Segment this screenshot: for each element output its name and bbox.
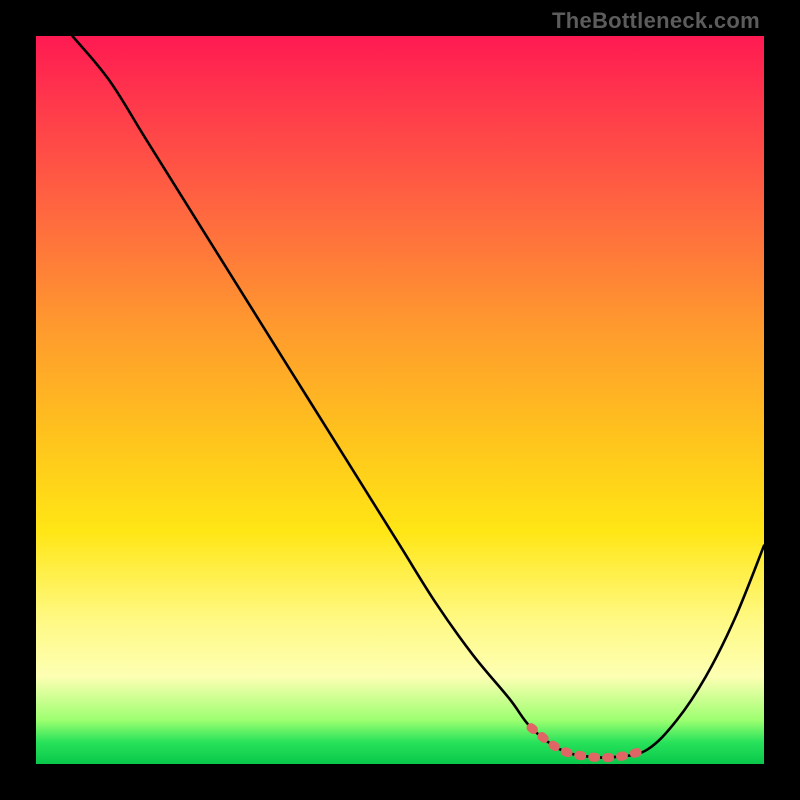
chart-frame: TheBottleneck.com <box>0 0 800 800</box>
watermark-label: TheBottleneck.com <box>552 8 760 34</box>
bottleneck-curve-line <box>72 36 764 758</box>
curve-svg <box>36 36 764 764</box>
plot-area <box>36 36 764 764</box>
